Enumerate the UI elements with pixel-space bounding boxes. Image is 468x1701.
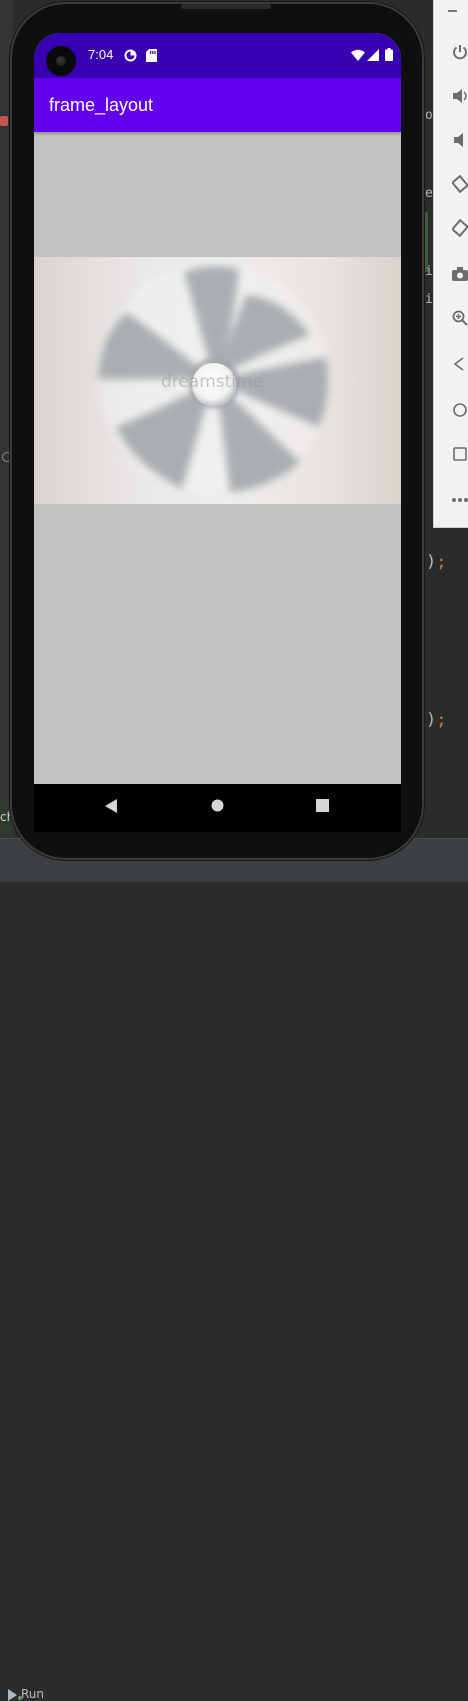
signal-icon (367, 49, 379, 61)
code-char: i (425, 292, 433, 307)
status-time: 7:04 (88, 47, 114, 62)
nav-recents-icon[interactable] (316, 799, 329, 812)
speaker-grille (181, 4, 271, 9)
error-marker (0, 116, 8, 126)
ceiling-fan-illustration: dreamstime (98, 263, 330, 495)
rotate-left-icon[interactable] (452, 172, 468, 196)
zoom-icon[interactable] (452, 306, 468, 330)
back-icon[interactable] (452, 352, 468, 376)
front-camera-icon (46, 46, 76, 76)
running-indicator-icon (18, 1696, 22, 1700)
app-bar: frame_layout (34, 78, 401, 132)
volume-up-icon[interactable] (452, 84, 468, 108)
emulator-toolbar (433, 0, 468, 528)
status-bar: 7:04 (34, 33, 401, 78)
overview-icon[interactable] (452, 442, 468, 466)
code-char: i (425, 264, 433, 279)
wifi-icon (351, 49, 365, 61)
run-icon (8, 1688, 17, 1701)
battery-icon (385, 48, 393, 61)
app-title: frame_layout (49, 95, 154, 115)
home-icon[interactable] (452, 398, 468, 422)
device-screen: 7:04 frame_layout dreamstime (34, 33, 401, 815)
minimize-icon[interactable] (448, 10, 457, 12)
camera-icon[interactable] (452, 262, 468, 286)
navigation-bar (34, 784, 401, 832)
volume-down-icon[interactable] (452, 128, 468, 152)
sd-card-icon (146, 49, 157, 62)
run-tab[interactable]: Run (8, 1687, 44, 1701)
nav-home-icon[interactable] (211, 799, 224, 812)
more-icon[interactable] (452, 488, 468, 512)
fan-image: dreamstime (34, 257, 401, 504)
code-change-marker (424, 212, 428, 272)
code-fragment: ); (426, 710, 447, 730)
image-watermark: dreamstime (161, 372, 263, 392)
code-fragment: ); (426, 552, 447, 572)
data-saver-icon (124, 49, 137, 62)
code-char: e (425, 186, 433, 201)
nav-back-icon[interactable] (104, 798, 118, 814)
power-icon[interactable] (452, 40, 468, 64)
code-char: o (425, 108, 433, 123)
rotate-right-icon[interactable] (452, 216, 468, 240)
